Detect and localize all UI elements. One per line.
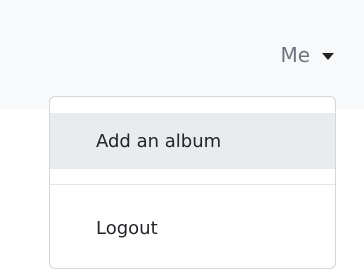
user-menu-toggle[interactable]: Me bbox=[280, 41, 334, 69]
add-album-menu-item[interactable]: Add an album bbox=[50, 113, 335, 169]
logout-label: Logout bbox=[96, 217, 158, 239]
user-dropdown-menu: Add an album Logout bbox=[49, 96, 336, 269]
add-album-label: Add an album bbox=[96, 130, 222, 152]
caret-down-icon bbox=[322, 52, 334, 60]
logout-menu-item[interactable]: Logout bbox=[50, 200, 335, 256]
navbar: Me bbox=[0, 0, 364, 109]
menu-divider bbox=[50, 184, 335, 185]
user-menu-label: Me bbox=[280, 43, 310, 67]
